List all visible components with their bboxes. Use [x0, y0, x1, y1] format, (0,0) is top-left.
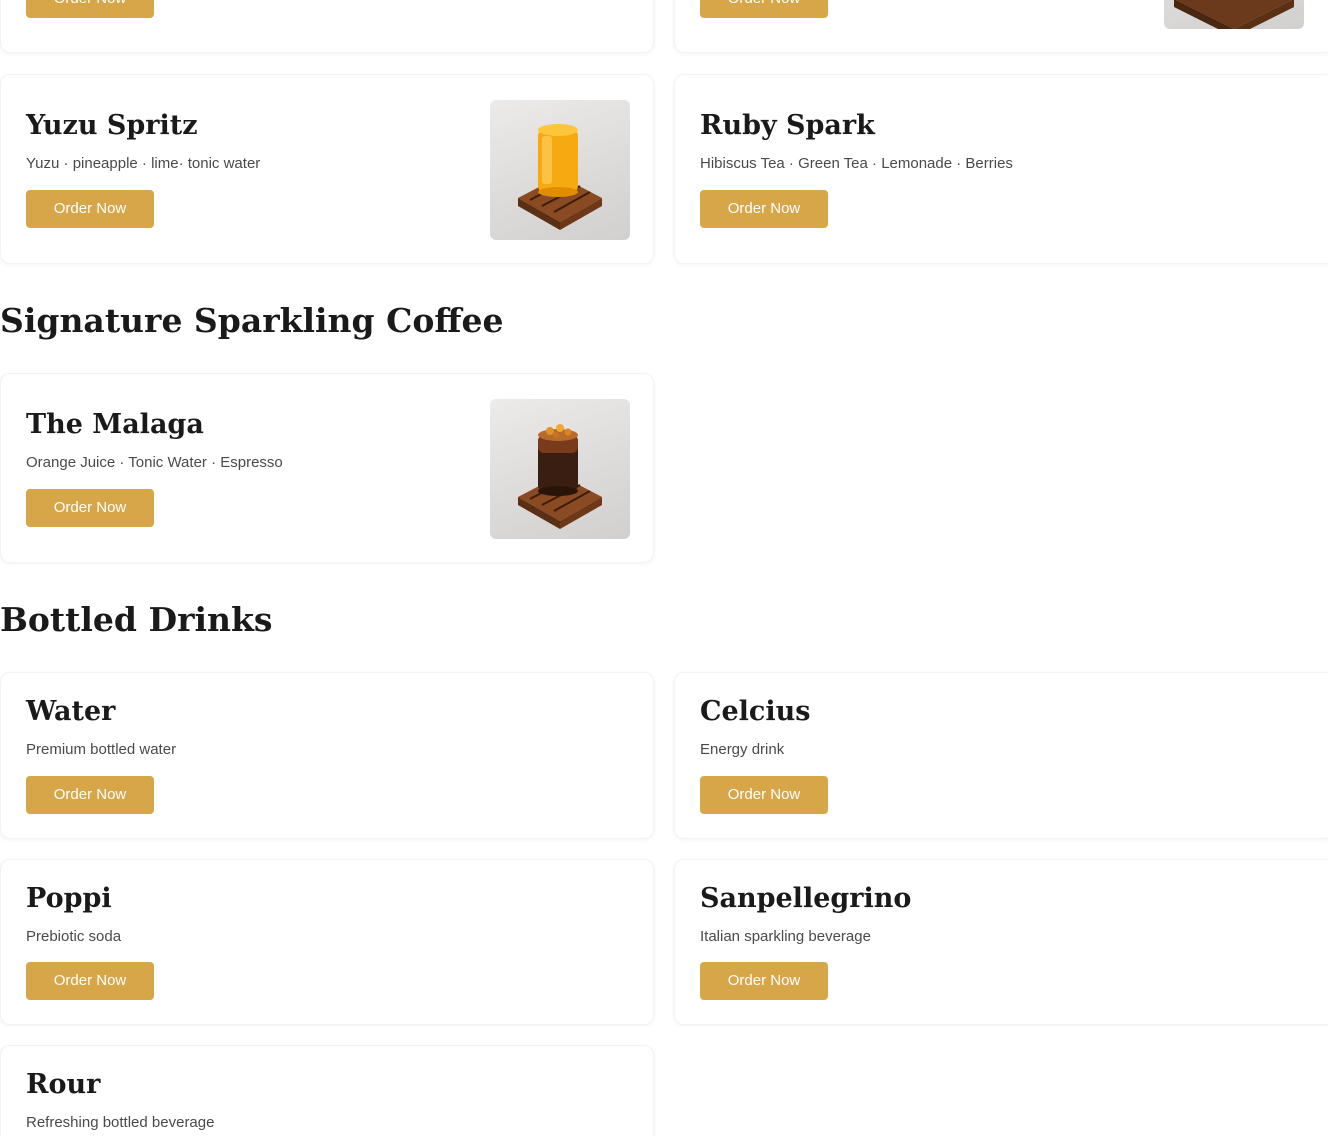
item-description: Refreshing bottled beverage: [26, 1114, 215, 1131]
order-now-button[interactable]: Order Now: [700, 190, 828, 228]
item-description: Orange Juice · Tonic Water · Espresso: [26, 454, 283, 471]
menu-item-card-poppi: Poppi Prebiotic soda Order Now: [0, 859, 654, 1025]
item-name: Sanpellegrino: [700, 883, 912, 914]
item-name: Ruby Spark: [700, 110, 875, 141]
the-malaga-drink-image: [490, 399, 630, 539]
item-name: Celcius: [700, 696, 811, 727]
menu-page: Order Now Order Now Yuzu Spritz Yuzu · p…: [0, 0, 1328, 1136]
order-now-button[interactable]: Order Now: [700, 962, 828, 1000]
menu-item-card-water: Water Premium bottled water Order Now: [0, 672, 654, 839]
item-description: Premium bottled water: [26, 741, 177, 758]
section-heading-bottled-drinks: Bottled Drinks: [0, 600, 273, 639]
menu-item-card-ruby-spark: Ruby Spark Hibiscus Tea · Green Tea · Le…: [674, 74, 1328, 264]
menu-item-card-celcius: Celcius Energy drink Order Now: [674, 672, 1328, 839]
item-name: Water: [26, 696, 116, 727]
order-now-button[interactable]: Order Now: [26, 776, 154, 814]
menu-item-card: Order Now: [0, 0, 654, 53]
order-now-button[interactable]: Order Now: [700, 776, 828, 814]
item-description: Prebiotic soda: [26, 928, 122, 945]
menu-item-card-rour: Rour Refreshing bottled beverage: [0, 1045, 654, 1136]
item-description: Energy drink: [700, 741, 785, 758]
item-description: Hibiscus Tea · Green Tea · Lemonade · Be…: [700, 155, 1013, 172]
menu-item-card-sanpellegrino: Sanpellegrino Italian sparkling beverage…: [674, 859, 1328, 1025]
item-name: The Malaga: [26, 409, 204, 440]
menu-item-card-yuzu-spritz: Yuzu Spritz Yuzu · pineapple · lime· ton…: [0, 74, 654, 264]
item-name: Poppi: [26, 883, 112, 914]
yuzu-spritz-drink-image: [490, 100, 630, 240]
menu-item-card: Order Now: [674, 0, 1328, 53]
item-description: Italian sparkling beverage: [700, 928, 871, 945]
order-now-button[interactable]: Order Now: [700, 0, 828, 18]
section-heading-sparkling-coffee: Signature Sparkling Coffee: [0, 301, 504, 340]
order-now-button[interactable]: Order Now: [26, 489, 154, 527]
item-name: Rour: [26, 1069, 101, 1100]
menu-item-card-the-malaga: The Malaga Orange Juice · Tonic Water · …: [0, 373, 654, 563]
order-now-button[interactable]: Order Now: [26, 190, 154, 228]
item-description: Yuzu · pineapple · lime· tonic water: [26, 155, 261, 172]
item-name: Yuzu Spritz: [26, 110, 198, 141]
order-now-button[interactable]: Order Now: [26, 0, 154, 18]
order-now-button[interactable]: Order Now: [26, 962, 154, 1000]
drink-image: [1164, 0, 1304, 29]
